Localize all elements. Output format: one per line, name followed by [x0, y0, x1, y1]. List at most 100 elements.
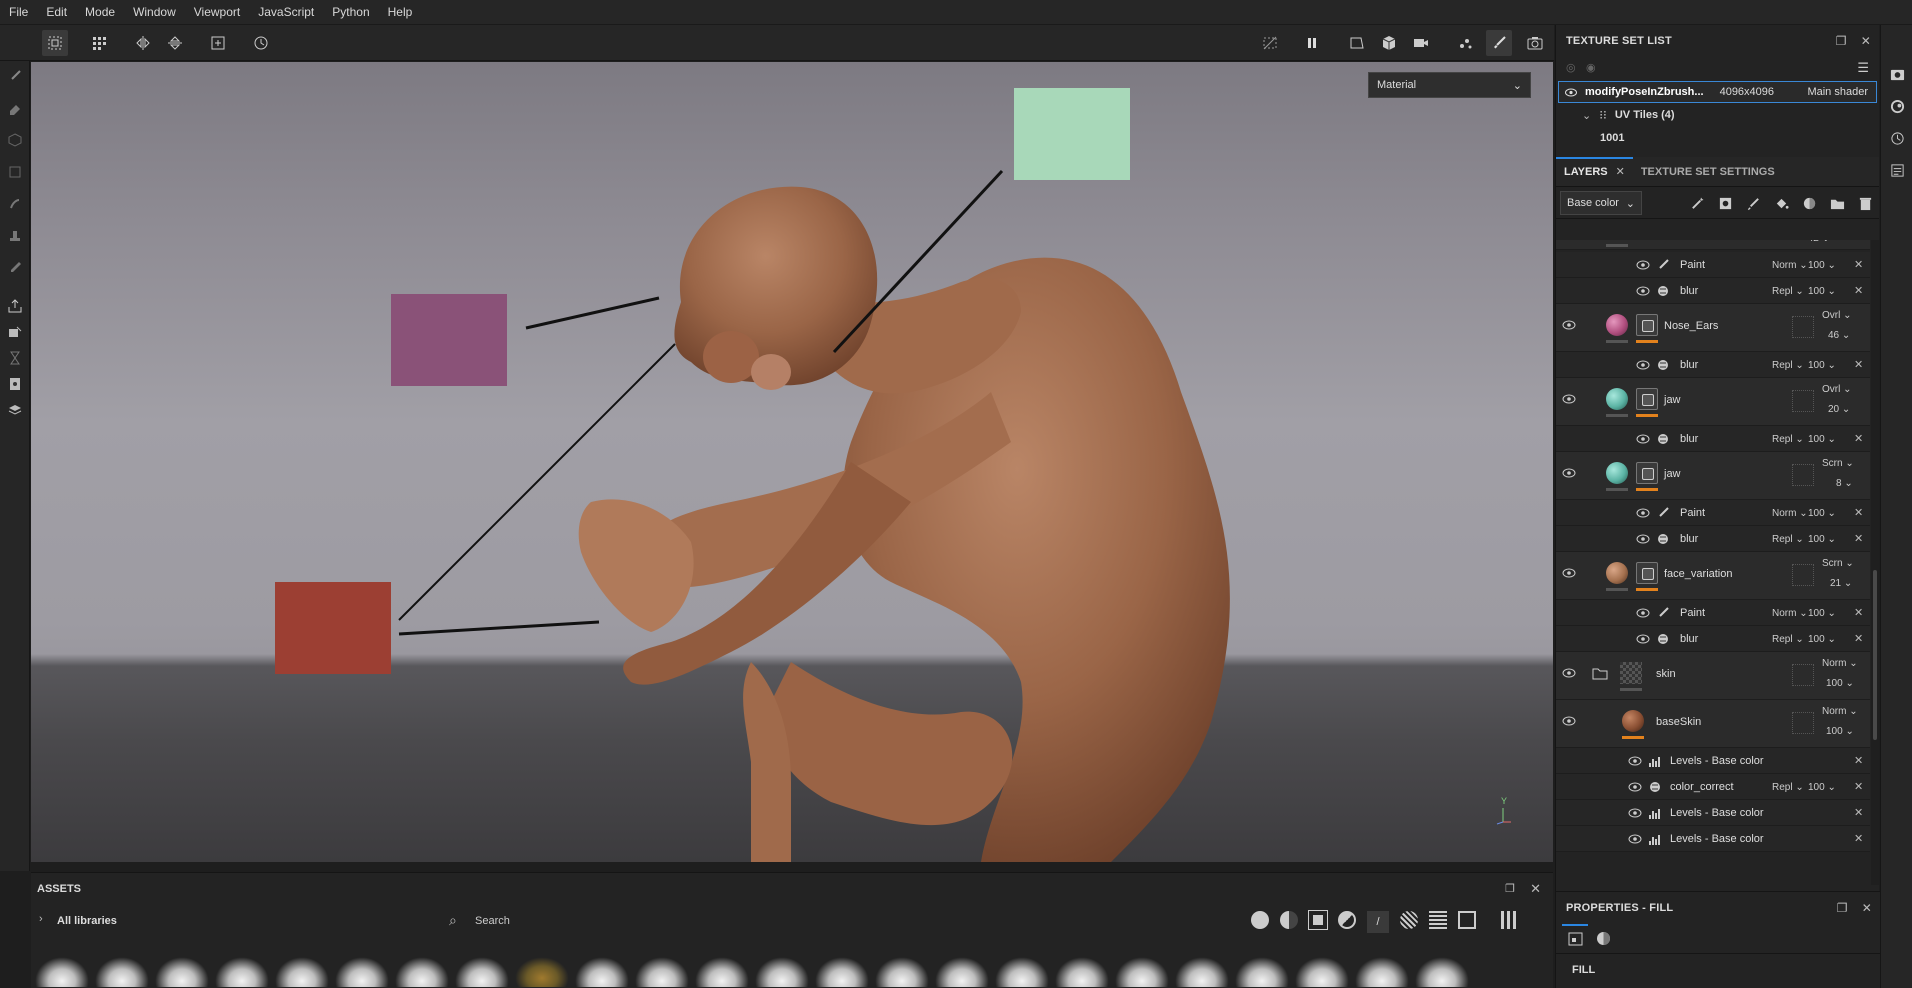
close-icon[interactable]: ✕: [1854, 754, 1863, 767]
asset-thumbnail[interactable]: [1355, 957, 1409, 987]
layer-scrollbar[interactable]: [1871, 240, 1879, 885]
menu-javascript[interactable]: JavaScript: [249, 5, 323, 19]
effect-row-levels[interactable]: Levels - Base color ✕: [1556, 826, 1870, 852]
opacity[interactable]: 100 ⌄: [1808, 782, 1836, 793]
eye-icon[interactable]: [1565, 88, 1577, 97]
close-icon[interactable]: ✕: [1854, 432, 1863, 445]
mask-thumbnail[interactable]: [1636, 462, 1658, 484]
blend-mode[interactable]: Norm ⌄: [1772, 260, 1808, 271]
layer-row-baseskin[interactable]: baseSkin Norm ⌄ 100 ⌄: [1556, 700, 1870, 748]
asset-thumbnail[interactable]: [1415, 957, 1469, 987]
opacity[interactable]: 21 ⌄: [1830, 578, 1852, 589]
hide-ui-button[interactable]: [1257, 30, 1283, 56]
asset-thumbnail[interactable]: [155, 957, 209, 987]
blend-mode[interactable]: Ovrl ⌄: [1822, 310, 1852, 321]
filter-environments-icon[interactable]: [1458, 911, 1476, 929]
channel-dropdown[interactable]: Base color ⌄: [1560, 191, 1642, 215]
asset-thumbnail[interactable]: [455, 957, 509, 987]
history-button[interactable]: [248, 30, 274, 56]
blend-mode[interactable]: Repl ⌄: [1772, 286, 1804, 297]
eye-icon[interactable]: [1636, 434, 1650, 444]
effect-row-blur[interactable]: blur Repl ⌄ 100 ⌄ ✕: [1556, 352, 1870, 378]
eye-icon[interactable]: [1628, 834, 1642, 844]
paint-mode-button[interactable]: [1486, 30, 1512, 56]
close-icon[interactable]: ✕: [1854, 506, 1863, 519]
close-icon[interactable]: ✕: [1861, 34, 1871, 48]
texture-set-shader[interactable]: Main shader: [1807, 86, 1868, 98]
chevron-down-icon[interactable]: ⌄: [1582, 109, 1591, 122]
blend-mode[interactable]: Repl ⌄: [1772, 782, 1804, 793]
chevron-right-icon[interactable]: ›: [39, 913, 43, 925]
eye-icon[interactable]: [1562, 320, 1576, 330]
close-icon[interactable]: ✕: [1854, 806, 1863, 819]
blend-mode[interactable]: Repl ⌄: [1772, 360, 1804, 371]
opacity[interactable]: 100 ⌄: [1826, 678, 1854, 689]
asset-thumbnail[interactable]: [35, 957, 89, 987]
opacity[interactable]: 100 ⌄: [1808, 634, 1836, 645]
bake-tool[interactable]: [4, 295, 26, 317]
asset-thumbnail[interactable]: [515, 957, 569, 987]
document-tool[interactable]: [4, 373, 26, 395]
close-icon[interactable]: ✕: [1854, 358, 1863, 371]
mirror-y-button[interactable]: [162, 30, 188, 56]
layer-row-jaw[interactable]: jaw Ovrl ⌄ 20 ⌄: [1556, 378, 1870, 426]
close-icon[interactable]: ✕: [1854, 284, 1863, 297]
asset-thumbnail[interactable]: [635, 957, 689, 987]
scrollbar-thumb[interactable]: [1873, 570, 1877, 740]
mask-thumbnail[interactable]: [1636, 314, 1658, 336]
add-smart-material-button[interactable]: [1799, 193, 1819, 213]
uv-tiles-row[interactable]: ⌄ ⁝⁝ UV Tiles (4): [1556, 103, 1879, 127]
asset-thumbnail[interactable]: [95, 957, 149, 987]
layer-row-partial[interactable]: 42 ⌄: [1556, 240, 1870, 250]
eye-icon[interactable]: [1562, 394, 1576, 404]
filter-alphas-icon[interactable]: [1429, 911, 1447, 929]
add-paint-layer-button[interactable]: [1743, 193, 1763, 213]
library-selector[interactable]: All libraries: [57, 915, 117, 927]
effect-row-color-correct[interactable]: color_correct Repl ⌄ 100 ⌄ ✕: [1556, 774, 1870, 800]
asset-thumbnail[interactable]: [875, 957, 929, 987]
menu-mode[interactable]: Mode: [76, 5, 124, 19]
asset-thumbnail[interactable]: [755, 957, 809, 987]
filter-filters-icon[interactable]: [1338, 911, 1356, 929]
effect-row-levels[interactable]: Levels - Base color ✕: [1556, 800, 1870, 826]
material-picker-tool[interactable]: [4, 321, 26, 343]
pause-button[interactable]: [1299, 30, 1325, 56]
filter-materials-icon[interactable]: [1251, 911, 1269, 929]
asset-thumbnail[interactable]: [1115, 957, 1169, 987]
projection-tool[interactable]: [4, 129, 26, 151]
display-settings-tool[interactable]: [4, 399, 26, 421]
eye-icon[interactable]: [1636, 286, 1650, 296]
layer-name[interactable]: face_variation: [1664, 568, 1733, 580]
effect-row-blur[interactable]: blur Repl ⌄ 100 ⌄ ✕: [1556, 426, 1870, 452]
eye-icon[interactable]: [1628, 782, 1642, 792]
blend-mode[interactable]: Norm ⌄: [1772, 608, 1808, 619]
layer-name[interactable]: jaw: [1664, 468, 1681, 480]
eye-icon[interactable]: [1562, 668, 1576, 678]
eye-icon[interactable]: [1636, 534, 1650, 544]
color-picker-tool[interactable]: [4, 257, 26, 279]
paint-tool[interactable]: [4, 65, 26, 87]
opacity[interactable]: 8 ⌄: [1836, 478, 1853, 489]
menu-icon[interactable]: ☰: [1857, 60, 1869, 76]
folder-row-skin[interactable]: skin Norm ⌄ 100 ⌄: [1556, 652, 1870, 700]
asset-thumbnail[interactable]: [1235, 957, 1289, 987]
3d-viewport[interactable]: Material ⌄ Y: [31, 62, 1553, 862]
opacity[interactable]: 100 ⌄: [1808, 534, 1836, 545]
add-mask-button[interactable]: [1715, 193, 1735, 213]
float-panel-icon[interactable]: ❐: [1505, 882, 1515, 895]
opacity[interactable]: 100 ⌄: [1808, 286, 1836, 297]
hide-icon[interactable]: ◎: [1566, 61, 1576, 74]
tab-texture-set-settings[interactable]: TEXTURE SET SETTINGS: [1633, 166, 1783, 186]
display-settings-button[interactable]: [1887, 64, 1907, 84]
eye-icon[interactable]: [1562, 468, 1576, 478]
uv-tile-row[interactable]: 1001: [1556, 127, 1879, 149]
float-panel-icon[interactable]: ❐: [1837, 901, 1848, 915]
physics-button[interactable]: [1452, 30, 1478, 56]
asset-thumbnail[interactable]: [1295, 957, 1349, 987]
clone-tool[interactable]: [4, 225, 26, 247]
opacity[interactable]: 100 ⌄: [1808, 508, 1836, 519]
layer-name[interactable]: Nose_Ears: [1664, 320, 1718, 332]
close-icon[interactable]: ✕: [1862, 901, 1872, 915]
blend-mode[interactable]: Norm ⌄: [1772, 508, 1808, 519]
opacity[interactable]: 20 ⌄: [1828, 404, 1850, 415]
